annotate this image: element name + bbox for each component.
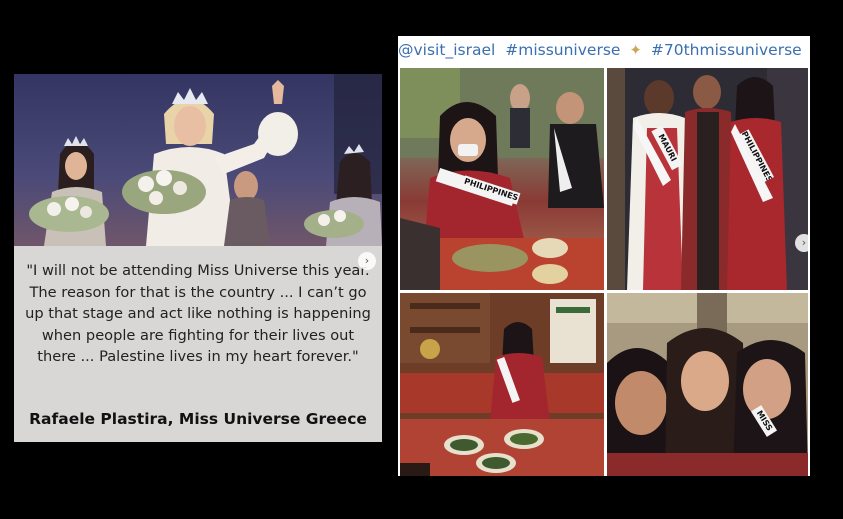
photo-three-contestants-illustration: [607, 68, 808, 290]
photo-selfie-illustration: [607, 293, 808, 476]
photo-selfie-three-contestants: MISS: [607, 293, 808, 476]
crowning-photo: [14, 74, 382, 246]
quote-panel: "I will not be attending Miss Universe t…: [14, 246, 382, 442]
photo-three-contestants: MAURI PHILIPPINES ›: [607, 68, 808, 290]
sparkle-icon: ✦: [629, 41, 642, 59]
hashtag-bar: @visit_israel #missuniverse ✦ #70thmissu…: [398, 36, 810, 64]
carousel-next-arrow-icon[interactable]: ›: [795, 234, 808, 252]
photo-cooking-grape-leaves: PHILIPPINES: [400, 68, 604, 290]
crowning-photo-illustration: [14, 74, 382, 246]
carousel-next-arrow-icon[interactable]: ›: [358, 252, 376, 270]
photo-contestant-seated: [400, 293, 604, 476]
hashtag-missuniverse[interactable]: #missuniverse: [505, 36, 620, 64]
hashtag-70thmissuniverse[interactable]: #70thmissuniverse: [651, 36, 802, 64]
photo-collage: PHILIPPINES MAURI PHILIPPINES › MISS: [400, 68, 808, 476]
right-post-card: @visit_israel #missuniverse ✦ #70thmissu…: [398, 36, 810, 476]
quote-author: Rafaele Plastira, Miss Universe Greece: [29, 410, 367, 428]
photo-cooking-illustration: [400, 68, 604, 290]
left-post-card: "I will not be attending Miss Universe t…: [14, 74, 382, 442]
quote-text: "I will not be attending Miss Universe t…: [25, 262, 371, 365]
photo-contestant-seated-illustration: [400, 293, 604, 476]
hashtag-visit-israel[interactable]: @visit_israel: [398, 36, 495, 64]
